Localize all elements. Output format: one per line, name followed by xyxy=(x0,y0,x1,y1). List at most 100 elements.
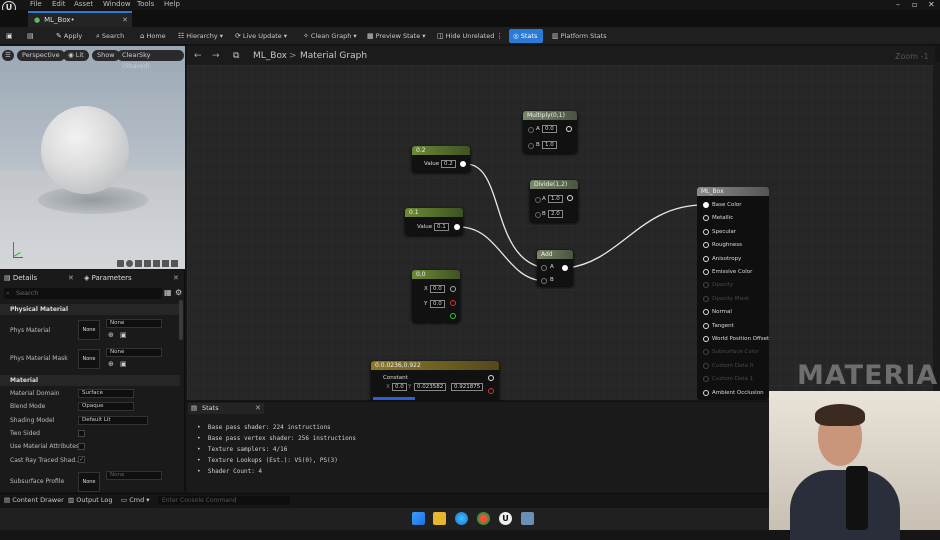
material-pin-label: Opacity xyxy=(712,282,734,289)
constant-r-pin[interactable] xyxy=(488,388,494,394)
const2-r-pin[interactable] xyxy=(450,300,456,306)
wire-c01-to-add-b xyxy=(458,226,546,282)
material-input-pin[interactable] xyxy=(703,322,709,329)
const-02-out-pin[interactable] xyxy=(460,161,466,167)
tab-stats[interactable]: ▤ Stats xyxy=(188,403,264,414)
const-02-field[interactable]: 0.2 xyxy=(441,160,456,168)
add-b-pin[interactable] xyxy=(541,278,547,284)
divide-b-pin[interactable] xyxy=(535,212,541,218)
material-pin-row[interactable]: Tangent xyxy=(703,322,734,330)
cmd-button[interactable]: ▭ Cmd ▾ xyxy=(121,496,150,505)
material-pin-label: Tangent xyxy=(712,322,734,329)
material-input-pin[interactable] xyxy=(703,228,709,235)
material-input-pin[interactable] xyxy=(703,215,709,222)
material-pin-row[interactable]: Specular xyxy=(703,228,736,236)
add-b-label: B xyxy=(550,277,554,283)
const-01-field[interactable]: 0.1 xyxy=(434,223,449,231)
node-multiply-title: Multiply(0,1) xyxy=(523,111,577,120)
add-a-label: A xyxy=(550,264,554,270)
output-log-button[interactable]: ▥ Output Log xyxy=(68,496,112,505)
material-pin-label: Custom Data 0 xyxy=(712,362,754,369)
stat-line: • Base pass vertex shader: 256 instructi… xyxy=(197,435,356,442)
edge-browser-icon[interactable] xyxy=(455,512,468,525)
material-input-pin[interactable] xyxy=(703,376,709,383)
divide-b-field[interactable]: 2.0 xyxy=(548,210,563,218)
content-drawer-button[interactable]: ▤ Content Drawer xyxy=(4,496,64,505)
material-input-pin[interactable] xyxy=(703,295,709,302)
material-input-pin[interactable] xyxy=(703,255,709,262)
multiply-b-pin[interactable] xyxy=(528,143,534,149)
chrome-browser-icon[interactable] xyxy=(477,512,490,525)
constant-x-field[interactable]: 0.0 xyxy=(392,383,407,391)
node-add-title: Add xyxy=(537,250,573,259)
material-pin-row[interactable]: Opacity xyxy=(703,281,733,289)
material-input-pin[interactable] xyxy=(703,242,709,249)
const2-x-field[interactable]: 0.0 xyxy=(430,285,445,293)
material-pin-row[interactable]: Anisotropy xyxy=(703,255,741,263)
stat-line: • Base pass shader: 224 instructions xyxy=(197,424,331,431)
material-pin-row[interactable]: Emissive Color xyxy=(703,268,752,276)
material-pin-row[interactable]: Base Color xyxy=(703,201,742,209)
multiply-a-pin[interactable] xyxy=(528,127,534,133)
material-pin-row[interactable]: Normal xyxy=(703,308,732,316)
divide-a-field[interactable]: 1.0 xyxy=(548,195,563,203)
material-pin-label: Base Color xyxy=(712,202,742,208)
multiply-a-field[interactable]: 0.0 xyxy=(542,125,557,133)
node-const-02-title: 0.2 xyxy=(412,146,470,155)
wire-add-to-basecolor xyxy=(566,204,704,269)
constant-x-label: X xyxy=(386,384,390,390)
output-log-icon: ▥ xyxy=(68,496,77,504)
const2-out-pin[interactable] xyxy=(450,286,456,292)
node-divide-title: Divide(1,2) xyxy=(530,180,578,189)
windows-start-icon[interactable] xyxy=(412,512,425,525)
add-out-pin[interactable] xyxy=(562,265,568,271)
console-input[interactable]: Enter Console Command xyxy=(158,496,290,505)
unreal-engine-taskbar-icon[interactable]: U xyxy=(499,512,512,525)
content-drawer-icon: ▤ xyxy=(4,496,13,504)
stat-line: • Texture Lookups (Est.): VS(0), PS(3) xyxy=(197,457,338,464)
material-pin-row[interactable]: Custom Data 0 xyxy=(703,362,753,370)
material-pin-row[interactable]: Ambient Occlusion xyxy=(703,389,764,397)
material-input-pin[interactable] xyxy=(703,269,709,275)
material-pin-row[interactable]: Subsurface Color xyxy=(703,348,759,356)
material-pin-label: Anisotropy xyxy=(712,255,742,262)
constant-out-pin[interactable] xyxy=(488,375,494,381)
node-const2-00-title: 0,0 xyxy=(412,270,460,279)
material-pin-row[interactable]: Roughness xyxy=(703,241,742,249)
material-input-pin[interactable] xyxy=(703,282,709,289)
material-input-pin[interactable] xyxy=(703,202,709,208)
material-input-pin[interactable] xyxy=(703,336,709,342)
const2-x-label: X xyxy=(424,286,428,292)
node-material-result-title: ML_Box xyxy=(697,187,769,196)
material-pin-row[interactable]: Metallic xyxy=(703,214,733,222)
constant-label: Constant xyxy=(383,375,408,381)
constant-z-field[interactable]: 0.921875 xyxy=(451,383,484,391)
multiply-b-field[interactable]: 1.0 xyxy=(542,141,557,149)
stats-tab-icon: ▤ xyxy=(191,404,198,412)
close-stats-icon[interactable]: ✕ xyxy=(255,404,261,412)
multiply-a-label: A xyxy=(536,126,540,132)
constant-y-label: Y xyxy=(408,384,412,390)
divide-out-pin[interactable] xyxy=(567,195,573,201)
material-pin-row[interactable]: Custom Data 1 xyxy=(703,375,753,383)
material-input-pin[interactable] xyxy=(703,389,709,396)
material-pin-row[interactable]: Opacity Mask xyxy=(703,295,749,303)
divide-a-label: A xyxy=(542,196,546,202)
const-01-out-pin[interactable] xyxy=(454,224,460,230)
material-input-pin[interactable] xyxy=(703,349,709,356)
app-taskbar-icon[interactable] xyxy=(521,512,534,525)
file-explorer-icon[interactable] xyxy=(433,512,446,525)
add-a-pin[interactable] xyxy=(541,265,547,271)
constant-y-field[interactable]: 0.023582 xyxy=(414,383,447,391)
divide-a-pin[interactable] xyxy=(535,197,541,203)
divide-b-label: B xyxy=(542,211,546,217)
const2-g-pin[interactable] xyxy=(450,313,456,319)
material-pin-row[interactable]: World Position Offset xyxy=(703,335,769,343)
const2-y-field[interactable]: 0.0 xyxy=(430,300,445,308)
multiply-out-pin[interactable] xyxy=(566,126,572,132)
material-input-pin[interactable] xyxy=(703,309,709,316)
const-02-label: Value xyxy=(424,161,440,167)
material-pin-label: Opacity Mask xyxy=(712,295,750,302)
node-constant-vector-title: 0.0.0236,0.922 xyxy=(371,361,499,370)
material-input-pin[interactable] xyxy=(703,362,709,369)
